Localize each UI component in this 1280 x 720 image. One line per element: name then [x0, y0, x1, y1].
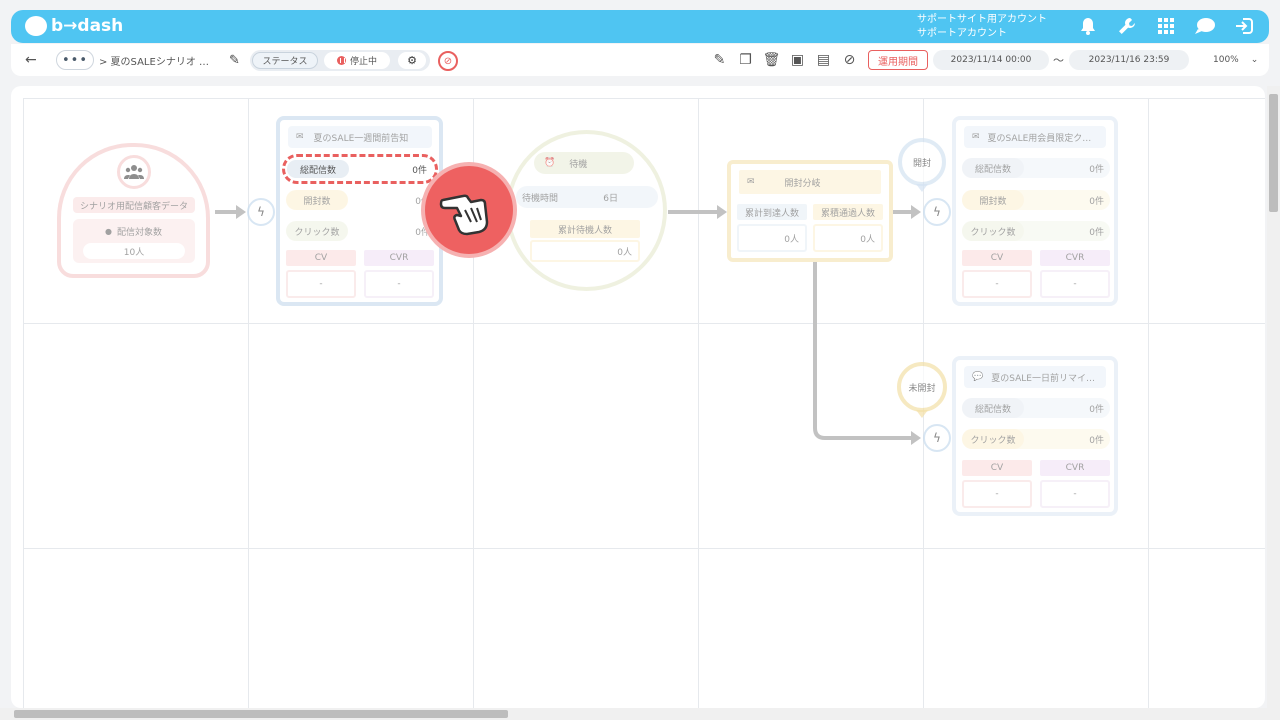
mail-node-2-click-label: クリック数 [962, 221, 1024, 241]
audience-count-value: 10人 [83, 243, 185, 259]
wait-total-label: 累計待機人数 [530, 220, 640, 238]
mail-node-2-open-row: 開封数 0件 [962, 190, 1110, 210]
mail-node-2-cvr-label: CVR [1040, 250, 1110, 266]
mail-node-2[interactable]: ✉ 夏のSALE用会員限定ク… 総配信数 0件 開封数 0件 クリック数 0件 … [952, 116, 1118, 306]
mail-node-1-sent-value: 0件 [412, 166, 427, 176]
vertical-scrollbar[interactable] [1267, 86, 1280, 708]
mail-node-1-sent-row-highlight[interactable]: 総配信数 0件 [282, 154, 438, 184]
mail-node-3-sent-row: 総配信数 0件 [962, 398, 1110, 418]
trigger-circle-2[interactable]: ϟ [923, 198, 951, 226]
branch-node[interactable]: ✉ 開封分岐 累計到達人数 累積通過人数 0人 0人 [727, 160, 893, 262]
mail-node-3-cv-label: CV [962, 460, 1032, 476]
mail-node-3-cv-value: - [962, 480, 1032, 508]
lightning-icon: ϟ [933, 431, 941, 445]
mail-node-3-click-row: クリック数 0件 [962, 429, 1110, 449]
wait-time-label: 待機時間 [522, 193, 559, 204]
unopen-tag-pointer [916, 410, 928, 418]
mail-node-1-open-row: 開封数 0件 [286, 190, 434, 210]
audience-count-label: 配信対象数 [116, 228, 162, 238]
unopen-tag-text: 未開封 [908, 383, 936, 394]
mail-node-3-cvr-label: CVR [1040, 460, 1110, 476]
mail-node-3-click-label: クリック数 [962, 429, 1024, 449]
clock-icon: ⏰ [544, 158, 556, 168]
audience-title: シナリオ用配信顧客データ [73, 197, 195, 213]
lightning-icon: ϟ [257, 205, 265, 219]
mail-node-1-click-row: クリック数 0件 [286, 221, 434, 241]
branch-reach-label: 累計到達人数 [737, 204, 807, 220]
mail-icon: ✉ [296, 132, 304, 142]
users-icon [124, 165, 144, 179]
mail-node-1[interactable]: ✉ 夏のSALE一週間前告知 開封数 0件 クリック数 0件 CV CVR - … [276, 116, 443, 306]
mail-node-3-cvr-value: - [1040, 480, 1110, 508]
mail-node-2-sent-row: 総配信数 0件 [962, 158, 1110, 178]
open-tag: 開封 [898, 138, 946, 186]
chat-bubble-icon: 💬 [972, 372, 984, 382]
wait-title: 待機 [569, 159, 588, 170]
wait-time-row: 待機時間 6日 [516, 186, 658, 208]
branch-pass-value: 0人 [813, 224, 883, 252]
mail-node-2-sent-value: 0件 [1089, 164, 1104, 175]
mail-node-2-open-label: 開封数 [962, 190, 1024, 210]
mail-node-3-title: 夏のSALE一日前リマイ… [991, 373, 1095, 384]
wait-node[interactable]: ⏰ 待機 待機時間 6日 累計待機人数 0人 [506, 130, 667, 291]
vertical-scroll-thumb[interactable] [1269, 94, 1278, 212]
mail-node-1-body: ✉ 夏のSALE一週間前告知 開封数 0件 クリック数 0件 CV CVR - … [280, 120, 439, 302]
mail-node-2-cv-label: CV [962, 250, 1032, 266]
branch-title: 開封分岐 [784, 178, 821, 189]
mail-node-1-title: 夏のSALE一週間前告知 [313, 133, 409, 144]
mail-node-3-sent-label: 総配信数 [962, 398, 1024, 418]
mail-node-2-title: 夏のSALE用会員限定ク… [987, 133, 1092, 144]
pointer-hand-icon [421, 162, 517, 258]
audience-count-label-row: ● 配信対象数 [105, 225, 162, 238]
audience-node[interactable]: シナリオ用配信顧客データ ● 配信対象数 10人 [57, 143, 210, 278]
mail-node-2-title-bar: ✉ 夏のSALE用会員限定ク… [964, 126, 1106, 148]
wait-title-bar: ⏰ 待機 [534, 152, 634, 174]
branch-title-bar: ✉ 開封分岐 [739, 170, 881, 194]
person-icon: ● [105, 227, 112, 236]
audience-icon-circle [117, 155, 151, 189]
branch-reach-value: 0人 [737, 224, 807, 252]
mail-node-3[interactable]: 💬 夏のSALE一日前リマイ… 総配信数 0件 クリック数 0件 CV CVR … [952, 356, 1118, 516]
horizontal-scroll-thumb[interactable] [14, 710, 508, 718]
mail-node-2-sent-label: 総配信数 [962, 158, 1024, 178]
trigger-circle-3[interactable]: ϟ [923, 424, 951, 452]
trigger-circle-1[interactable]: ϟ [247, 198, 275, 226]
mail-node-2-open-value: 0件 [1089, 196, 1104, 207]
open-tag-text: 開封 [912, 158, 931, 169]
mail-node-1-cv-value: - [286, 270, 356, 298]
branch-pass-label: 累積通過人数 [813, 204, 883, 220]
mail-node-1-cv-label: CV [286, 250, 356, 266]
lightning-icon: ϟ [933, 205, 941, 219]
unopen-tag: 未開封 [897, 362, 947, 412]
mail-node-1-cvr-label: CVR [364, 250, 434, 266]
branch-icon: ✉ [747, 177, 755, 187]
horizontal-scrollbar[interactable] [0, 708, 1280, 720]
mail-node-1-cvr-value: - [364, 270, 434, 298]
audience-count-box: ● 配信対象数 10人 [73, 219, 195, 263]
wait-time-value: 6日 [603, 193, 618, 204]
mail-node-3-click-value: 0件 [1089, 435, 1104, 446]
mail-node-3-title-bar: 💬 夏のSALE一日前リマイ… [964, 366, 1106, 388]
mail-node-3-sent-value: 0件 [1089, 404, 1104, 415]
mail-node-1-sent-label: 総配信数 [287, 160, 349, 178]
mail-node-2-cv-value: - [962, 270, 1032, 298]
mail-node-2-cvr-value: - [1040, 270, 1110, 298]
mail-node-1-open-label: 開封数 [286, 190, 348, 210]
mail-node-1-click-label: クリック数 [286, 221, 348, 241]
mail-node-1-title-bar: ✉ 夏のSALE一週間前告知 [288, 126, 432, 148]
wait-total-value: 0人 [530, 240, 640, 262]
mail-node-2-click-value: 0件 [1089, 227, 1104, 238]
mail-icon: ✉ [972, 132, 980, 142]
open-tag-pointer [916, 184, 928, 192]
mail-node-2-click-row: クリック数 0件 [962, 221, 1110, 241]
